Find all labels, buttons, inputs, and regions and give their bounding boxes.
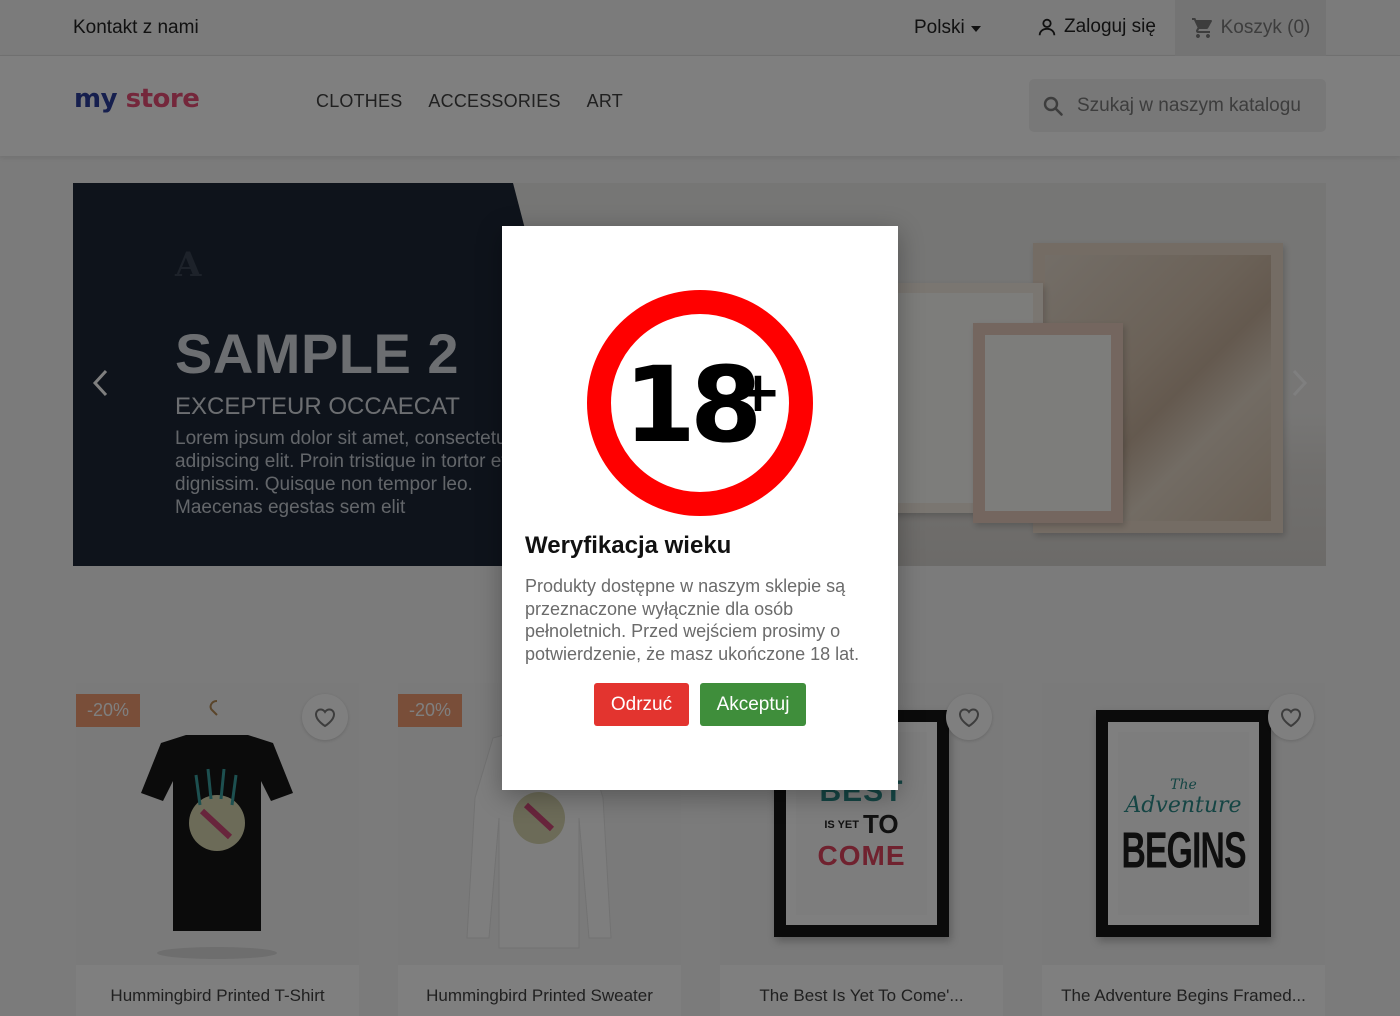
modal-title: Weryfikacja wieku bbox=[525, 532, 732, 559]
reject-button[interactable]: Odrzuć bbox=[594, 683, 689, 726]
age-verification-modal: 18 + Weryfikacja wieku Produkty dostępne… bbox=[502, 226, 898, 790]
accept-button[interactable]: Akceptuj bbox=[700, 683, 806, 726]
modal-text: Produkty dostępne w naszym sklepie są pr… bbox=[525, 576, 860, 665]
age-18-plus-icon: 18 + bbox=[587, 290, 813, 516]
svg-text:+: + bbox=[735, 360, 782, 425]
